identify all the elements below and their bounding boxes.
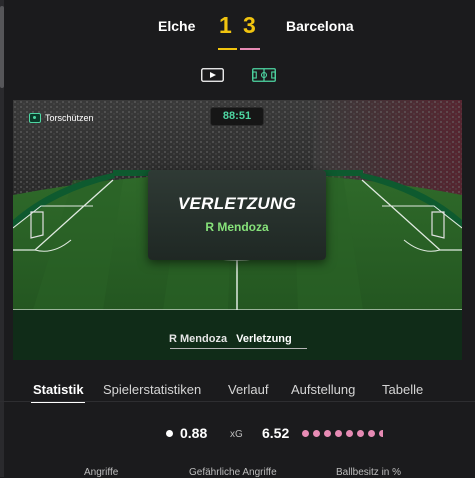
away-xg-dot	[302, 430, 309, 437]
away-score: 3	[243, 12, 256, 38]
away-xg-dot	[368, 430, 375, 437]
home-xg-dot	[166, 430, 173, 437]
scorers-icon	[29, 113, 41, 123]
pitch-view-button[interactable]	[251, 67, 277, 83]
away-xg-dots	[302, 430, 383, 437]
ticker-underline	[170, 348, 307, 349]
tab-verlauf[interactable]: Verlauf	[228, 382, 268, 397]
away-xg-dot	[357, 430, 364, 437]
away-xg-dot	[324, 430, 331, 437]
home-score: 1	[219, 12, 232, 38]
event-player: R Mendoza	[205, 220, 269, 234]
away-xg-dot	[346, 430, 353, 437]
video-view-button[interactable]	[200, 67, 225, 83]
event-type: VERLETZUNG	[177, 194, 297, 213]
away-xg-dot-partial	[379, 430, 383, 437]
stat-header-dangerous-attacks: Gefährliche Angriffe	[189, 467, 277, 478]
xg-label: xG	[230, 429, 243, 440]
home-score-underline	[218, 48, 237, 50]
event-ticker: R Mendoza Verletzung	[169, 333, 292, 345]
home-team-name[interactable]: Elche	[158, 18, 195, 34]
tab-spielerstatistiken[interactable]: Spielerstatistiken	[103, 382, 201, 397]
away-team-name[interactable]: Barcelona	[286, 18, 354, 34]
stat-header-possession: Ballbesitz in %	[336, 467, 402, 478]
scorers-toggle[interactable]: Torschützen	[29, 113, 94, 123]
video-play-icon	[201, 68, 224, 82]
match-tabs: Statistik Spielerstatistiken Verlauf Auf…	[0, 378, 475, 403]
live-pitch-panel[interactable]: Torschützen 88:51 VERLETZUNG R Mendoza R…	[13, 100, 462, 360]
ticker-event: Verletzung	[236, 333, 292, 345]
tab-tabelle[interactable]: Tabelle	[382, 382, 423, 397]
stat-header-attacks: Angriffe	[84, 467, 119, 478]
scorers-label: Torschützen	[45, 113, 94, 123]
away-score-underline	[240, 48, 260, 50]
away-xg-value: 6.52	[262, 425, 290, 441]
ticker-player: R Mendoza	[169, 333, 228, 345]
tab-statistik[interactable]: Statistik	[33, 382, 84, 397]
scoreboard-header: Elche 1 3 Barcelona	[0, 0, 475, 52]
pitch-view-icon	[252, 68, 276, 82]
away-xg-dot	[335, 430, 342, 437]
event-card: VERLETZUNG R Mendoza	[148, 170, 326, 260]
home-xg-value: 0.88	[180, 425, 208, 441]
away-xg-dot	[313, 430, 320, 437]
match-clock: 88:51	[210, 107, 264, 126]
tabs-divider	[0, 401, 475, 402]
page-scrollbar[interactable]	[0, 0, 4, 477]
tab-aufstellung[interactable]: Aufstellung	[291, 382, 355, 397]
